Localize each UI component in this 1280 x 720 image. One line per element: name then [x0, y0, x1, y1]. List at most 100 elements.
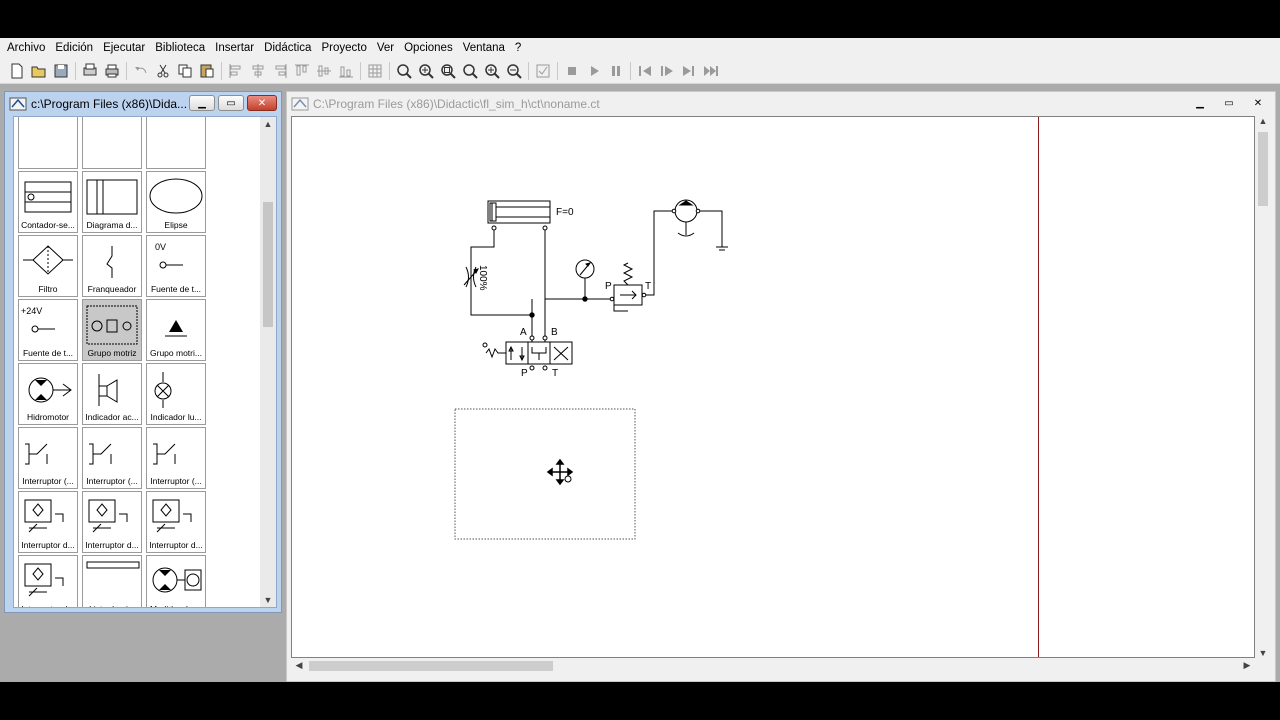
- vertical-scroll-thumb[interactable]: [1258, 132, 1268, 206]
- hydraulic-pump[interactable]: [671, 199, 728, 251]
- library-item[interactable]: Indicador lu...: [146, 363, 206, 425]
- library-item[interactable]: Medidor de ...: [146, 555, 206, 607]
- library-item[interactable]: Interruptor (...: [18, 427, 78, 489]
- print-preview-icon[interactable]: [79, 60, 101, 82]
- menu-ver[interactable]: Ver: [372, 39, 399, 57]
- menu-edicion[interactable]: Edición: [50, 39, 98, 57]
- library-item[interactable]: Indicador ac...: [82, 363, 142, 425]
- circuit-canvas[interactable]: F=0 100% A B P T P T: [291, 116, 1255, 658]
- align-left-icon[interactable]: [225, 60, 247, 82]
- document-title-bar[interactable]: C:\Program Files (x86)\Didactic\fl_sim_h…: [287, 92, 1275, 116]
- maximize-button[interactable]: ▭: [1216, 95, 1242, 111]
- new-file-icon[interactable]: [6, 60, 28, 82]
- library-item[interactable]: Interruptor d...: [18, 555, 78, 607]
- library-item[interactable]: Filtro: [18, 235, 78, 297]
- cut-icon[interactable]: [152, 60, 174, 82]
- menu-archivo[interactable]: Archivo: [2, 39, 50, 57]
- close-button[interactable]: ✕: [247, 95, 277, 111]
- parts-list-icon: [86, 561, 140, 569]
- close-button[interactable]: ✕: [1245, 95, 1271, 111]
- library-item[interactable]: Interruptor d...: [146, 491, 206, 553]
- grid-icon[interactable]: [364, 60, 386, 82]
- library-item[interactable]: 0V Fuente de t...: [146, 235, 206, 297]
- directional-control-valve[interactable]: [482, 335, 573, 371]
- align-right-icon[interactable]: [269, 60, 291, 82]
- zoom-fit-icon[interactable]: [415, 60, 437, 82]
- menu-ejecutar[interactable]: Ejecutar: [98, 39, 150, 57]
- step-forward-icon[interactable]: [678, 60, 700, 82]
- library-item[interactable]: Hidromotor: [18, 363, 78, 425]
- align-middle-icon[interactable]: [313, 60, 335, 82]
- zoom-actual-size-icon[interactable]: [393, 60, 415, 82]
- scroll-left-icon[interactable]: ◀: [291, 660, 307, 671]
- scroll-right-icon[interactable]: ▶: [1239, 660, 1255, 671]
- scroll-down-icon[interactable]: ▼: [260, 595, 276, 605]
- zoom-previous-icon[interactable]: [459, 60, 481, 82]
- library-item[interactable]: Lista de pi...: [82, 555, 142, 607]
- play-icon[interactable]: [583, 60, 605, 82]
- horizontal-scroll-thumb[interactable]: [309, 661, 553, 671]
- scroll-up-icon[interactable]: ▲: [1255, 116, 1271, 126]
- stop-icon[interactable]: [561, 60, 583, 82]
- document-title: C:\Program Files (x86)\Didactic\fl_sim_h…: [313, 97, 600, 111]
- align-top-icon[interactable]: [291, 60, 313, 82]
- library-item[interactable]: Interruptor d...: [82, 491, 142, 553]
- library-item-partial[interactable]: [18, 117, 78, 169]
- menu-biblioteca[interactable]: Biblioteca: [150, 39, 210, 57]
- library-item[interactable]: Franqueador: [82, 235, 142, 297]
- minimize-button[interactable]: ▁: [189, 95, 215, 111]
- library-item[interactable]: Grupo motriz: [82, 299, 142, 361]
- menu-didactica[interactable]: Didáctica: [259, 39, 316, 57]
- align-center-icon[interactable]: [247, 60, 269, 82]
- meter-icon: [152, 567, 202, 593]
- zoom-selection-icon[interactable]: [437, 60, 459, 82]
- library-item[interactable]: +24V Fuente de t...: [18, 299, 78, 361]
- pressure-relief-valve[interactable]: [609, 210, 674, 312]
- valve-port-a-label: A: [520, 327, 527, 338]
- step-icon[interactable]: [656, 60, 678, 82]
- fast-forward-icon[interactable]: [700, 60, 722, 82]
- pause-icon[interactable]: [605, 60, 627, 82]
- hydraulic-circuit-diagram[interactable]: F=0 100% A B P T P T: [292, 117, 1255, 658]
- scroll-up-icon[interactable]: ▲: [260, 119, 276, 129]
- ellipse-icon: [149, 178, 203, 214]
- print-icon[interactable]: [101, 60, 123, 82]
- copy-icon[interactable]: [174, 60, 196, 82]
- library-item[interactable]: Interruptor (...: [146, 427, 206, 489]
- pressure-gauge[interactable]: [575, 259, 595, 299]
- library-item-partial[interactable]: [82, 117, 142, 169]
- maximize-button[interactable]: ▭: [218, 95, 244, 111]
- zoom-out-icon[interactable]: [503, 60, 525, 82]
- library-scroll-thumb[interactable]: [263, 202, 273, 327]
- zoom-in-icon[interactable]: [481, 60, 503, 82]
- save-icon[interactable]: [50, 60, 72, 82]
- menu-ventana[interactable]: Ventana: [458, 39, 510, 57]
- menu-opciones[interactable]: Opciones: [399, 39, 458, 57]
- undo-icon[interactable]: [130, 60, 152, 82]
- library-item[interactable]: Interruptor d...: [18, 491, 78, 553]
- switch-icon: [153, 443, 176, 465]
- scroll-down-icon[interactable]: ▼: [1255, 648, 1271, 658]
- library-scrollbar[interactable]: ▲ ▼: [260, 117, 276, 607]
- open-folder-icon[interactable]: [28, 60, 50, 82]
- library-item-partial[interactable]: [146, 117, 206, 169]
- double-acting-cylinder[interactable]: [487, 200, 551, 231]
- library-item[interactable]: Diagrama d...: [82, 171, 142, 233]
- library-item[interactable]: Grupo motri...: [146, 299, 206, 361]
- library-item[interactable]: Elipse: [146, 171, 206, 233]
- menu-proyecto[interactable]: Proyecto: [316, 39, 371, 57]
- menu-insertar[interactable]: Insertar: [210, 39, 259, 57]
- toolbar: [0, 58, 1280, 84]
- library-item[interactable]: Interruptor (...: [82, 427, 142, 489]
- selection-marquee[interactable]: [454, 408, 636, 540]
- document-vertical-scrollbar[interactable]: ▲ ▼: [1255, 116, 1271, 658]
- menu-help[interactable]: ?: [510, 39, 526, 57]
- reset-icon[interactable]: [634, 60, 656, 82]
- filter-icon: [23, 245, 73, 275]
- library-item[interactable]: Contador-se...: [18, 171, 78, 233]
- paste-icon[interactable]: [196, 60, 218, 82]
- check-drawing-icon[interactable]: [532, 60, 554, 82]
- document-horizontal-scrollbar[interactable]: ◀ ▶: [291, 658, 1255, 674]
- align-bottom-icon[interactable]: [335, 60, 357, 82]
- minimize-button[interactable]: ▁: [1187, 95, 1213, 111]
